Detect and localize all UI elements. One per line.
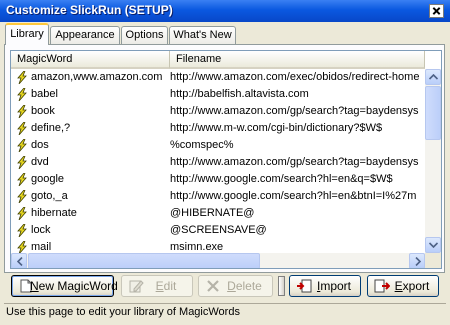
status-text: Use this page to edit your library of Ma… bbox=[6, 306, 240, 318]
column-header-magicword-label: MagicWord bbox=[17, 53, 73, 65]
tab-library[interactable]: Library bbox=[5, 23, 49, 45]
filename-cell: http://babelfish.altavista.com bbox=[170, 88, 309, 100]
magicword-cell: mail bbox=[31, 241, 52, 253]
list-item[interactable]: goto,_a http://www.google.com/search?hl=… bbox=[11, 188, 425, 205]
list-item[interactable]: hibernate @HIBERNATE@ bbox=[11, 205, 425, 222]
magicword-cell: lock bbox=[31, 224, 51, 236]
horizontal-scroll-thumb[interactable] bbox=[28, 253, 260, 268]
export-label: Export bbox=[394, 279, 430, 293]
lightning-bolt-icon bbox=[17, 156, 27, 169]
filename-cell: http://www.google.com/search?hl=en&q=$W$ bbox=[170, 173, 393, 185]
edit-button[interactable]: Edit bbox=[121, 275, 193, 297]
filename-cell: http://www.amazon.com/gp/search?tag=bayd… bbox=[170, 156, 419, 168]
list-item[interactable]: lock @SCREENSAVE@ bbox=[11, 222, 425, 239]
column-header-filename[interactable]: Filename bbox=[170, 51, 425, 69]
tab-appearance-label: Appearance bbox=[55, 29, 115, 41]
magicword-cell: hibernate bbox=[31, 207, 77, 219]
scrollbar-corner bbox=[425, 253, 441, 268]
list-item[interactable]: dvd http://www.amazon.com/gp/search?tag=… bbox=[11, 154, 425, 171]
filename-cell: %comspec% bbox=[170, 139, 234, 151]
delete-label: Delete bbox=[227, 279, 262, 293]
column-header-magicword[interactable]: MagicWord bbox=[11, 51, 170, 69]
filename-cell: msimn.exe bbox=[170, 241, 224, 253]
list-item[interactable]: mail msimn.exe bbox=[11, 239, 425, 253]
edit-label: Edit bbox=[155, 279, 177, 293]
magicword-cell: babel bbox=[31, 88, 58, 100]
magicword-cell: amazon,www.amazon.com bbox=[31, 71, 163, 83]
scroll-right-button[interactable] bbox=[409, 253, 425, 268]
lightning-bolt-icon bbox=[17, 190, 27, 203]
chevron-down-icon bbox=[429, 242, 438, 248]
lightning-bolt-icon bbox=[17, 71, 27, 84]
lightning-bolt-icon bbox=[17, 224, 27, 237]
vertical-scrollbar[interactable] bbox=[425, 69, 441, 253]
lightning-bolt-icon bbox=[17, 105, 27, 118]
column-header-filename-label: Filename bbox=[176, 53, 222, 65]
filename-cell: @SCREENSAVE@ bbox=[170, 224, 267, 236]
title-bar[interactable]: Customize SlickRun (SETUP) bbox=[0, 0, 450, 22]
list-item[interactable]: book http://www.amazon.com/gp/search?tag… bbox=[11, 103, 425, 120]
scroll-left-button[interactable] bbox=[11, 253, 27, 268]
magicword-list[interactable]: MagicWord Filename amazon,www.amazon.com… bbox=[10, 50, 442, 269]
list-item[interactable]: babel http://babelfish.altavista.com bbox=[11, 86, 425, 103]
list-item[interactable]: define,? http://www.m-w.com/cgi-bin/dict… bbox=[11, 120, 425, 137]
magicword-cell: define,? bbox=[31, 122, 71, 134]
vertical-scroll-thumb[interactable] bbox=[425, 86, 441, 140]
lightning-bolt-icon bbox=[17, 241, 27, 253]
lightning-bolt-icon bbox=[17, 139, 27, 152]
lightning-bolt-icon bbox=[17, 88, 27, 101]
lightning-bolt-icon bbox=[17, 207, 27, 220]
chevron-up-icon bbox=[429, 74, 438, 80]
magicword-cell: dos bbox=[31, 139, 49, 151]
magicword-cell: dvd bbox=[31, 156, 49, 168]
new-magicword-label: New MagicWord bbox=[30, 279, 118, 293]
tab-whats-new[interactable]: What's New bbox=[169, 26, 236, 44]
chevron-right-icon bbox=[415, 257, 421, 266]
export-button[interactable]: Export bbox=[367, 275, 439, 297]
import-label: Import bbox=[316, 279, 352, 293]
filename-cell: http://www.m-w.com/cgi-bin/dictionary?$W… bbox=[170, 122, 383, 134]
chevron-left-icon bbox=[17, 257, 23, 266]
magicword-cell: book bbox=[31, 105, 55, 117]
lightning-bolt-icon bbox=[17, 173, 27, 186]
list-item[interactable]: amazon,www.amazon.com http://www.amazon.… bbox=[11, 69, 425, 86]
list-item[interactable]: google http://www.google.com/search?hl=e… bbox=[11, 171, 425, 188]
tab-options-label: Options bbox=[125, 29, 164, 41]
list-item[interactable]: dos %comspec% bbox=[11, 137, 425, 154]
tab-library-label: Library bbox=[10, 28, 44, 40]
scroll-down-button[interactable] bbox=[425, 237, 441, 253]
lightning-bolt-icon bbox=[17, 122, 27, 135]
filename-cell: http://www.amazon.com/gp/search?tag=bayd… bbox=[170, 105, 419, 117]
filename-cell: http://www.google.com/search?hl=en&btnI=… bbox=[170, 190, 417, 202]
list-rows: amazon,www.amazon.com http://www.amazon.… bbox=[11, 69, 425, 253]
tab-appearance[interactable]: Appearance bbox=[50, 26, 120, 44]
filename-cell: @HIBERNATE@ bbox=[170, 207, 255, 219]
magicword-cell: goto,_a bbox=[31, 190, 68, 202]
new-magicword-button[interactable]: New MagicWord bbox=[11, 275, 118, 297]
horizontal-scrollbar[interactable] bbox=[11, 253, 425, 268]
close-button[interactable] bbox=[429, 4, 444, 18]
button-separator bbox=[278, 276, 285, 296]
filename-cell: http://www.amazon.com/exec/obidos/redire… bbox=[170, 71, 420, 83]
magicword-cell: google bbox=[31, 173, 65, 185]
scroll-up-button[interactable] bbox=[425, 69, 441, 85]
status-bar: Use this page to edit your library of Ma… bbox=[4, 303, 446, 321]
tab-whats-new-label: What's New bbox=[173, 29, 232, 41]
delete-button[interactable]: Delete bbox=[198, 275, 273, 297]
tab-options[interactable]: Options bbox=[121, 26, 168, 44]
import-button[interactable]: Import bbox=[289, 275, 361, 297]
window-title: Customize SlickRun (SETUP) bbox=[6, 3, 173, 17]
